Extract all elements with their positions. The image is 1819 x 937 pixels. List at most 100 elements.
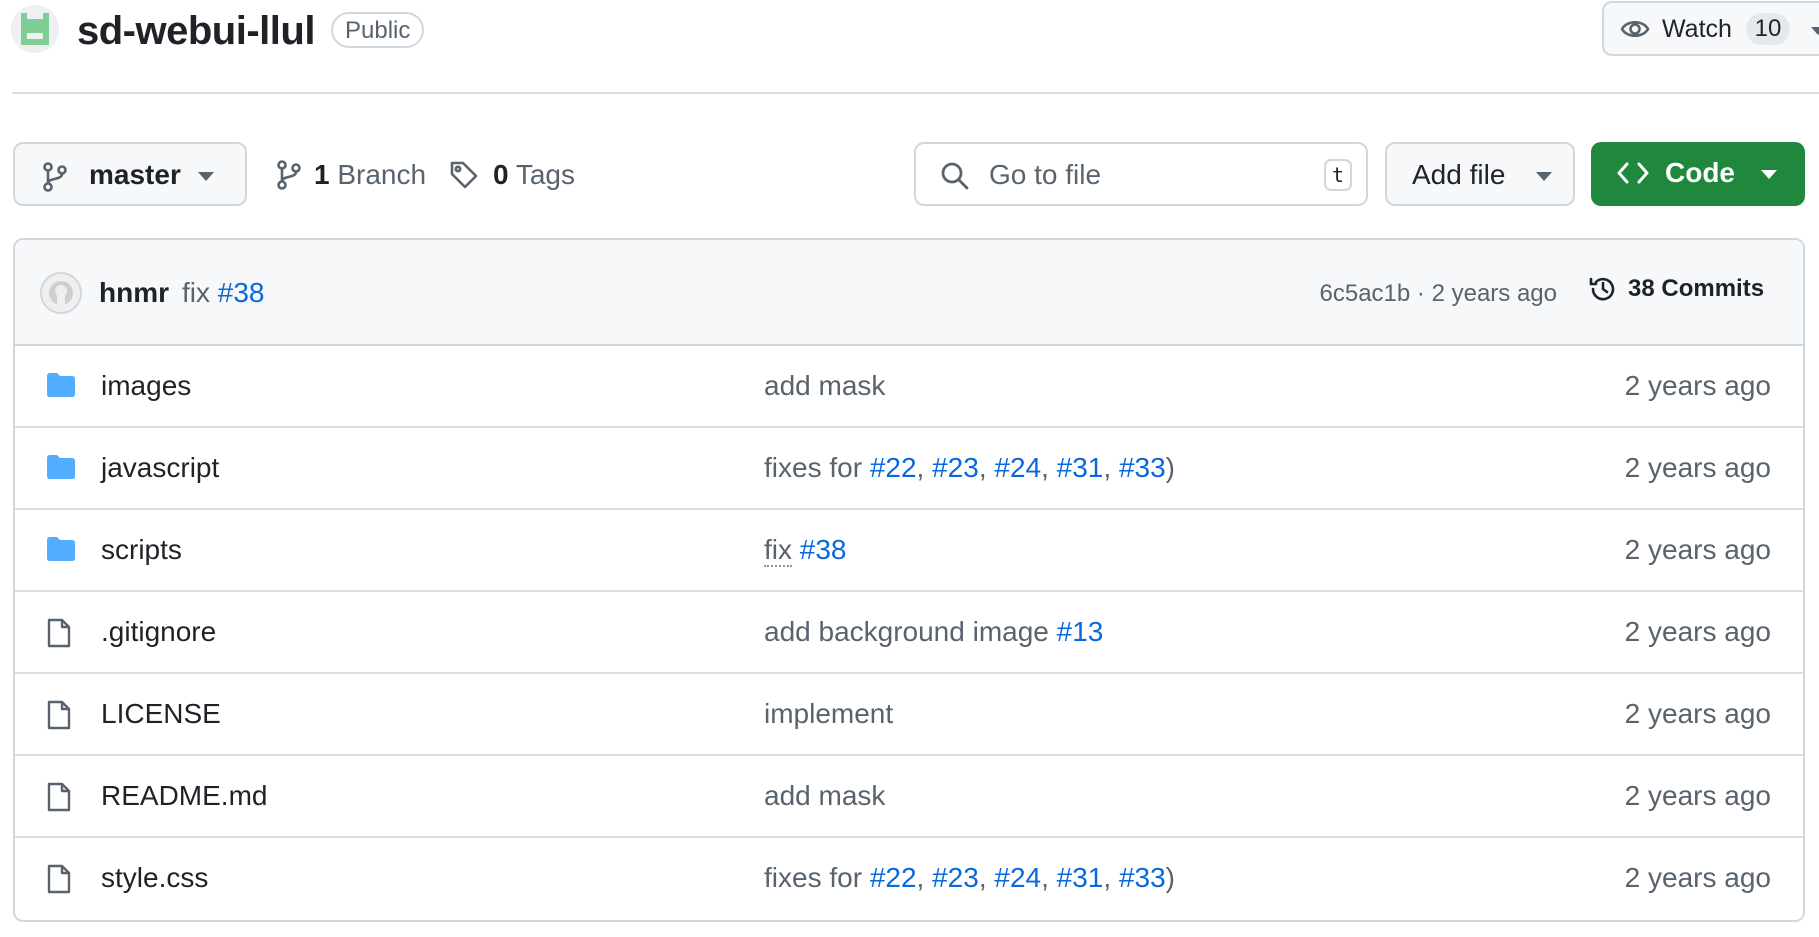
search-icon bbox=[940, 161, 970, 191]
issue-link[interactable]: #38 bbox=[800, 534, 847, 565]
last-modified: 2 years ago bbox=[1624, 862, 1771, 893]
last-modified: 2 years ago bbox=[1624, 698, 1771, 729]
issue-link[interactable]: #31 bbox=[1057, 862, 1104, 893]
issue-link[interactable]: #33 bbox=[1119, 862, 1166, 893]
commit-message[interactable]: fixes for #22, #23, #24, #31, #33) bbox=[764, 862, 1175, 894]
file-icon bbox=[46, 700, 72, 730]
issue-link[interactable]: #23 bbox=[932, 452, 979, 483]
issue-link[interactable]: #22 bbox=[870, 862, 917, 893]
avatar[interactable] bbox=[40, 272, 82, 314]
tag-count: 0 bbox=[493, 159, 509, 190]
keyboard-shortcut-hint: t bbox=[1324, 159, 1352, 191]
file-row[interactable]: scripts fix #38 2 years ago bbox=[15, 510, 1803, 592]
search-placeholder: Go to file bbox=[989, 159, 1102, 190]
file-list: images add mask 2 years ago javascript fixes… bbox=[15, 346, 1803, 920]
last-modified: 2 years ago bbox=[1624, 780, 1771, 811]
branch-count-label: Branch bbox=[337, 159, 427, 190]
last-modified: 2 years ago bbox=[1624, 534, 1771, 565]
commit-message-text: , bbox=[978, 452, 995, 483]
commit-message-text: , bbox=[1041, 862, 1057, 893]
issue-link[interactable]: #23 bbox=[932, 862, 979, 893]
add-file-button[interactable]: Add file bbox=[1385, 142, 1575, 206]
commit-age: 2 years ago bbox=[1431, 280, 1557, 307]
commits-history-link[interactable]: 38 Commits bbox=[1588, 274, 1764, 304]
issue-link[interactable]: #13 bbox=[1057, 616, 1104, 647]
file-icon bbox=[46, 618, 72, 648]
go-to-file-input[interactable]: Go to file t bbox=[914, 142, 1368, 206]
code-label: Code bbox=[1665, 157, 1735, 188]
last-modified: 2 years ago bbox=[1624, 370, 1771, 401]
repo-owner-avatar[interactable] bbox=[11, 5, 59, 53]
branch-count: 1 bbox=[314, 159, 330, 190]
branches-link[interactable]: 1 Branch bbox=[276, 157, 426, 193]
commit-message-text: implement bbox=[764, 698, 894, 729]
commit-message[interactable]: fix #38 bbox=[182, 277, 265, 309]
commit-message-text: fixes for bbox=[764, 862, 870, 893]
file-icon bbox=[46, 782, 72, 812]
code-brackets-icon bbox=[1617, 161, 1649, 185]
issue-link[interactable]: #24 bbox=[994, 452, 1041, 483]
commit-message-text: , bbox=[916, 452, 933, 483]
file-name-link[interactable]: javascript bbox=[101, 452, 219, 484]
commit-message[interactable]: fix #38 bbox=[764, 534, 847, 567]
chevron-down-icon bbox=[198, 172, 214, 181]
file-row[interactable]: style.css fixes for #22, #23, #24, #31, #… bbox=[15, 838, 1803, 920]
file-name-link[interactable]: LICENSE bbox=[101, 698, 221, 730]
file-row[interactable]: images add mask 2 years ago bbox=[15, 346, 1803, 428]
commit-message-text: ) bbox=[1165, 862, 1175, 893]
file-name-link[interactable]: README.md bbox=[101, 780, 267, 812]
commit-message-text: , bbox=[978, 862, 995, 893]
branch-name: master bbox=[89, 159, 181, 190]
commit-message-text: add background image bbox=[764, 616, 1057, 647]
issue-link[interactable]: #31 bbox=[1057, 452, 1104, 483]
commit-meta: 6c5ac1b · 2 years ago bbox=[1320, 280, 1558, 308]
branch-selector-button[interactable]: master bbox=[13, 142, 247, 206]
folder-icon bbox=[46, 372, 76, 398]
commit-message-prefix: fix bbox=[182, 277, 210, 308]
watch-button[interactable]: Watch 10 bbox=[1602, 1, 1819, 56]
commit-message[interactable]: add background image #13 bbox=[764, 616, 1103, 648]
add-file-label: Add file bbox=[1412, 159, 1506, 190]
commit-message[interactable]: implement bbox=[764, 698, 893, 730]
commit-sha[interactable]: 6c5ac1b bbox=[1320, 280, 1411, 307]
file-row[interactable]: README.md add mask 2 years ago bbox=[15, 756, 1803, 838]
issue-link[interactable]: #24 bbox=[994, 862, 1041, 893]
file-name-link[interactable]: .gitignore bbox=[101, 616, 216, 648]
tags-link[interactable]: 0 Tags bbox=[449, 157, 575, 193]
commit-message-text: , bbox=[916, 862, 933, 893]
chevron-down-icon bbox=[1811, 27, 1819, 35]
eye-icon bbox=[1620, 17, 1650, 41]
commit-message-text: fix bbox=[764, 534, 792, 567]
issue-link[interactable]: #22 bbox=[870, 452, 917, 483]
file-row[interactable]: LICENSE implement 2 years ago bbox=[15, 674, 1803, 756]
file-row[interactable]: javascript fixes for #22, #23, #24, #31, … bbox=[15, 428, 1803, 510]
commit-message[interactable]: add mask bbox=[764, 370, 885, 402]
commit-message-text: add mask bbox=[764, 780, 886, 811]
file-name-link[interactable]: scripts bbox=[101, 534, 182, 566]
file-name-link[interactable]: style.css bbox=[101, 862, 208, 894]
commit-message[interactable]: fixes for #22, #23, #24, #31, #33) bbox=[764, 452, 1175, 484]
commit-message-text bbox=[792, 534, 800, 565]
chevron-down-icon bbox=[1536, 172, 1552, 181]
commit-message-text: add mask bbox=[764, 370, 886, 401]
folder-icon bbox=[46, 536, 76, 562]
meta-separator: · bbox=[1410, 280, 1432, 307]
identicon-icon bbox=[11, 5, 59, 53]
file-name-link[interactable]: images bbox=[101, 370, 191, 402]
history-icon bbox=[1588, 274, 1618, 304]
git-branch-icon bbox=[276, 160, 302, 190]
tag-count-label: Tags bbox=[515, 159, 576, 190]
file-table: hnmr fix #38 6c5ac1b · 2 years ago 38 Co… bbox=[13, 238, 1805, 922]
repo-name[interactable]: sd-webui-llul bbox=[77, 6, 315, 56]
commit-message-text: , bbox=[1103, 862, 1119, 893]
commit-message[interactable]: add mask bbox=[764, 780, 885, 812]
issue-link[interactable]: #33 bbox=[1119, 452, 1166, 483]
commit-message-text: ) bbox=[1165, 452, 1175, 483]
code-button[interactable]: Code bbox=[1591, 142, 1805, 206]
latest-commit-bar: hnmr fix #38 6c5ac1b · 2 years ago 38 Co… bbox=[15, 240, 1803, 346]
folder-icon bbox=[46, 454, 76, 480]
issue-link[interactable]: #38 bbox=[218, 277, 265, 308]
file-row[interactable]: .gitignore add background image #13 2 year… bbox=[15, 592, 1803, 674]
file-icon bbox=[46, 864, 72, 894]
commit-author[interactable]: hnmr bbox=[99, 277, 169, 309]
